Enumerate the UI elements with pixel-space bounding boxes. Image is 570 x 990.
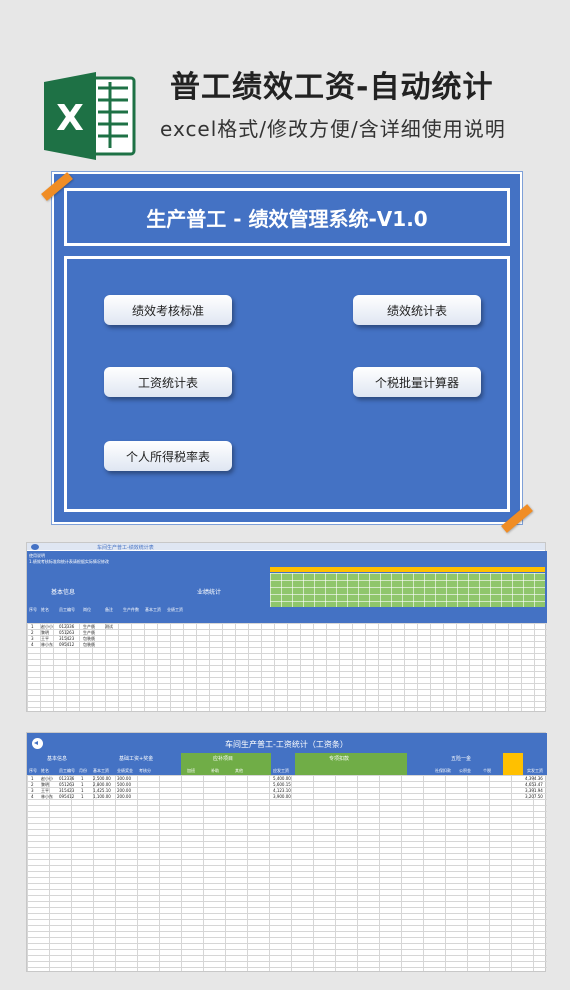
perf-standard-button[interactable]: 绩效考核标准 xyxy=(104,295,232,325)
table-cell: 315423 xyxy=(59,636,75,641)
perf-notes-line: 1.绩效考核标准和统计表请根据实际情况修改 xyxy=(29,559,109,564)
back-icon[interactable] xyxy=(32,738,43,749)
salary-grid xyxy=(27,775,547,971)
tax-highlight xyxy=(503,753,523,775)
table-cell: 012336 xyxy=(59,776,75,781)
table-cell: 051263 xyxy=(59,630,75,635)
perf-sheet-title: 车间生产普工-绩效统计表 xyxy=(97,545,154,551)
group-label: 应补项目 xyxy=(213,756,234,762)
perf-weight-row xyxy=(270,567,545,572)
table-cell: 200.00 xyxy=(117,794,131,799)
table-cell: 1 xyxy=(81,782,84,787)
col-header: 备注 xyxy=(105,607,113,612)
col-header: 个税 xyxy=(483,768,491,773)
group-label: 基本信息 xyxy=(47,756,68,762)
table-cell: 2,500.00 xyxy=(93,776,111,781)
back-icon[interactable] xyxy=(31,544,39,550)
table-cell: 1 xyxy=(81,776,84,781)
table-cell: 1,100.00 xyxy=(93,794,111,799)
table-cell: 2 xyxy=(31,630,34,635)
group-label: 五险一金 xyxy=(451,756,472,762)
table-cell: 315423 xyxy=(59,788,75,793)
col-header: 考核分 xyxy=(139,768,151,773)
table-cell: 3 xyxy=(31,788,34,793)
table-cell: 5,600.15 xyxy=(273,782,291,787)
excel-logo-icon: X xyxy=(40,68,140,164)
col-header: 公积金 xyxy=(459,768,471,773)
col-header: 实发工资 xyxy=(527,768,543,773)
table-cell: 4,123.10 xyxy=(273,788,291,793)
group-deduction-bg xyxy=(295,753,407,775)
col-header: 姓名 xyxy=(41,607,49,612)
table-cell: 4,653.47 xyxy=(525,782,543,787)
col-header: 员工编号 xyxy=(59,768,75,773)
col-header: 姓名 xyxy=(41,768,49,773)
salary-stats-button[interactable]: 工资统计表 xyxy=(104,367,232,397)
col-header: 其他 xyxy=(235,768,243,773)
table-cell: 测试 xyxy=(105,624,113,629)
col-header: 序号 xyxy=(29,768,37,773)
perf-group-basic: 基本信息 xyxy=(51,589,76,596)
menu-panel: 生产普工 - 绩效管理系统-V1.0 绩效考核标准 绩效统计表 工资统计表 个税… xyxy=(52,172,522,524)
salary-sheet: 车间生产普工-工资统计（工资条） 基本信息 基础工资+奖金 应补项目 专项扣款 … xyxy=(26,732,547,972)
table-cell: 200.00 xyxy=(117,788,131,793)
col-header: 员工编号 xyxy=(59,607,75,612)
table-cell: 2 xyxy=(31,782,34,787)
table-cell: 095412 xyxy=(59,794,75,799)
table-cell: 3 xyxy=(31,636,34,641)
table-cell: 2,800.00 xyxy=(93,782,111,787)
table-cell: 4 xyxy=(31,642,34,647)
table-cell: 1 xyxy=(81,794,84,799)
table-cell: 300.00 xyxy=(117,776,131,781)
table-cell: 1,425.10 xyxy=(93,788,111,793)
table-cell: 4 xyxy=(31,794,34,799)
col-header: 应发工资 xyxy=(273,768,289,773)
col-header: 补助 xyxy=(211,768,219,773)
table-cell: 3,391.94 xyxy=(525,788,543,793)
perf-sheet: 车间生产普工-绩效统计表 使用说明 1.绩效考核标准和统计表请根据实际情况修改 … xyxy=(26,542,547,712)
table-cell: 1 xyxy=(31,776,34,781)
excel-logo-letter: X xyxy=(56,98,84,139)
page-subtitle: excel格式/修改方便/含详细使用说明 xyxy=(160,117,506,141)
table-cell: 1 xyxy=(81,788,84,793)
table-cell: 1 xyxy=(31,624,34,629)
col-header: 生产件数 xyxy=(123,607,139,612)
col-header: 序号 xyxy=(29,607,37,612)
salary-sheet-title: 车间生产普工-工资统计（工资条） xyxy=(225,740,348,749)
table-cell: 3,207.50 xyxy=(525,794,543,799)
table-cell: 3,900.00 xyxy=(273,794,291,799)
col-header: 月份 xyxy=(79,768,87,773)
tax-rate-table-button[interactable]: 个人所得税率表 xyxy=(104,441,232,471)
tax-calculator-button[interactable]: 个税批量计算器 xyxy=(353,367,481,397)
col-header: 岗位 xyxy=(83,607,91,612)
perf-kpi-grid xyxy=(270,573,545,607)
col-header: 基本工资 xyxy=(145,607,161,612)
table-cell: 051263 xyxy=(59,782,75,787)
col-header: 业绩奖金 xyxy=(117,768,133,773)
table-cell: 5,400.00 xyxy=(273,776,291,781)
perf-stats-button[interactable]: 绩效统计表 xyxy=(353,295,481,325)
table-cell: 林小东 xyxy=(41,642,53,647)
menu-body: 绩效考核标准 绩效统计表 工资统计表 个税批量计算器 个人所得税率表 xyxy=(64,256,510,512)
table-cell: 500.00 xyxy=(117,782,131,787)
table-cell: 包装线 xyxy=(83,642,95,647)
menu-title: 生产普工 - 绩效管理系统-V1.0 xyxy=(64,188,510,246)
table-cell: 095412 xyxy=(59,642,75,647)
col-header: 社保扣款 xyxy=(435,768,451,773)
col-header: 加班 xyxy=(187,768,195,773)
col-header: 业绩工资 xyxy=(167,607,183,612)
group-label: 基础工资+奖金 xyxy=(119,756,154,762)
perf-grid xyxy=(27,623,547,711)
perf-group-perf: 业绩统计 xyxy=(197,589,222,596)
page-title: 普工绩效工资-自动统计 xyxy=(170,70,494,105)
table-cell: 4,394.36 xyxy=(525,776,543,781)
table-cell: 012336 xyxy=(59,624,75,629)
table-cell: 林小东 xyxy=(41,794,53,799)
col-header: 基本工资 xyxy=(93,768,109,773)
group-label: 专项扣款 xyxy=(329,756,350,762)
